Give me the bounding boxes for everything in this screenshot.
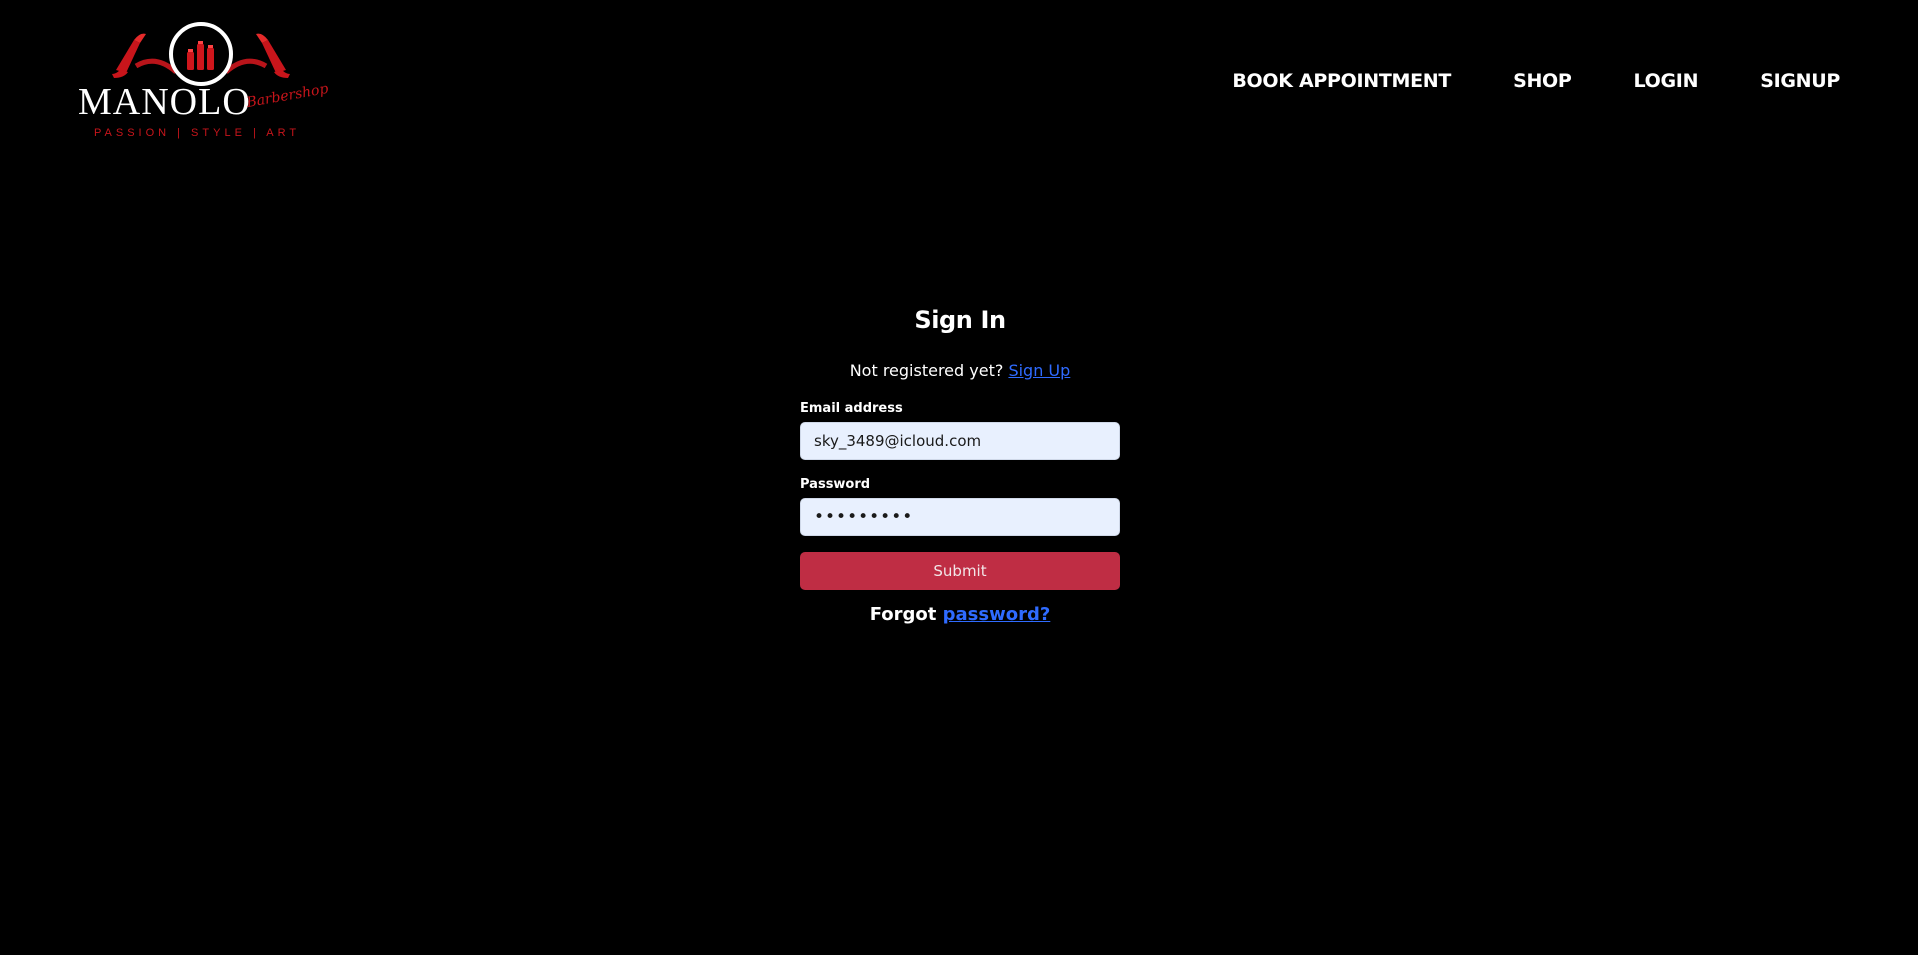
form-title: Sign In <box>914 306 1006 334</box>
email-field[interactable] <box>800 422 1120 460</box>
email-field-group: Email address <box>800 400 1120 460</box>
register-prompt-text: Not registered yet? <box>849 361 1004 380</box>
email-label: Email address <box>800 401 903 416</box>
page: MANOLO Barbershop PASSION | STYLE | ART … <box>0 0 1918 955</box>
forgot-prefix: Forgot <box>869 604 937 625</box>
forgot-password: Forgot password? <box>800 602 1120 628</box>
register-prompt: Not registered yet? Sign Up <box>800 360 1120 382</box>
nav-signup[interactable]: SIGNUP <box>1760 70 1840 92</box>
forgot-password-link[interactable]: password? <box>943 604 1051 625</box>
sign-in-form: Sign In Not registered yet? Sign Up Emai… <box>800 300 1120 628</box>
submit-button[interactable]: Submit <box>800 552 1120 590</box>
nav-book-appointment[interactable]: BOOK APPOINTMENT <box>1232 70 1451 92</box>
brand-name: MANOLO <box>78 81 251 123</box>
main-nav: BOOK APPOINTMENT SHOP LOGIN SIGNUP <box>1232 70 1840 92</box>
password-field[interactable] <box>800 498 1120 536</box>
right-razor-icon <box>262 40 286 73</box>
nav-shop[interactable]: SHOP <box>1513 70 1572 92</box>
password-field-group: Password <box>800 476 1120 536</box>
nav-login[interactable]: LOGIN <box>1634 70 1699 92</box>
brand-tagline: PASSION | STYLE | ART <box>94 127 301 139</box>
sign-up-link[interactable]: Sign Up <box>1008 361 1070 380</box>
brand-logo[interactable]: MANOLO Barbershop PASSION | STYLE | ART <box>76 18 330 143</box>
password-label: Password <box>800 477 871 492</box>
left-razor-icon <box>116 40 140 73</box>
